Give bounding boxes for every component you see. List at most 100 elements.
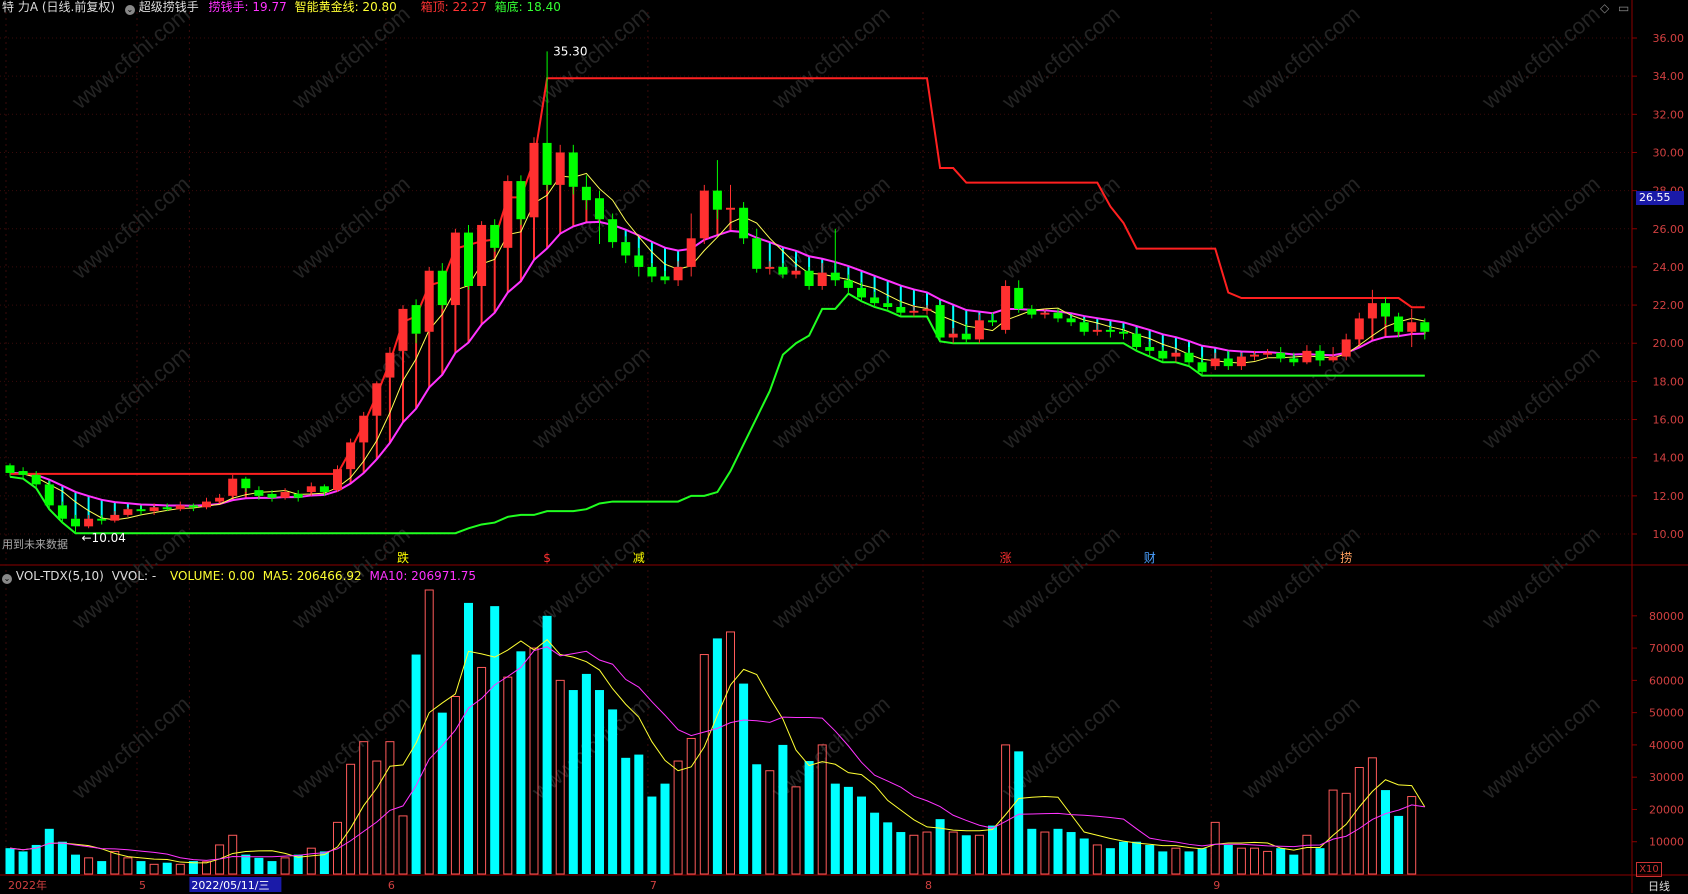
candle-body — [1119, 331, 1128, 334]
candle-body — [791, 270, 801, 275]
candle-body — [1341, 339, 1351, 357]
candle-body — [739, 207, 749, 239]
candle-body — [254, 490, 264, 496]
candle-body — [503, 181, 513, 248]
candle-body — [581, 186, 591, 201]
candle-body — [1171, 352, 1181, 357]
price-tick-label: 20.00 — [1653, 337, 1685, 350]
candle-body — [529, 142, 539, 218]
indicator-name[interactable]: 超级捞钱手 — [139, 0, 199, 14]
volume-settings-icon[interactable]: ⌄ — [2, 574, 12, 584]
candle-body — [726, 207, 735, 210]
volume-bar — [896, 832, 906, 874]
volume-bar — [1276, 848, 1286, 874]
candle-body — [1315, 350, 1325, 361]
volume-tick-label: 70000 — [1649, 642, 1684, 655]
volume-bar — [1184, 851, 1194, 874]
candle-body — [896, 306, 906, 313]
chart-grid — [0, 0, 1688, 893]
candle-body — [1184, 352, 1194, 363]
candle-body — [830, 272, 840, 281]
stock-title[interactable]: 特 力A (日线.前复权) — [2, 0, 115, 14]
candle-body — [411, 305, 421, 334]
volume-value: VOLUME: 0.00 — [170, 569, 255, 583]
candle-body — [621, 242, 631, 256]
ma10-value: MA10: 206971.75 — [369, 569, 477, 583]
volume-bar — [857, 796, 866, 874]
candle-body — [699, 190, 709, 239]
stock-chart[interactable]: www.cfchi.com www.cfchi.com www.cfchi.com w… — [0, 0, 1688, 893]
price-tick-label: 16.00 — [1653, 414, 1685, 427]
candle-body — [555, 152, 565, 185]
high-price-label: 35.30 — [553, 44, 587, 58]
volume-bar — [961, 835, 971, 874]
candle-body — [1053, 312, 1063, 319]
diamond-icon[interactable]: ◇ — [1600, 1, 1609, 15]
candle-body — [97, 518, 107, 521]
candle-body — [1223, 358, 1233, 367]
candle-body — [1040, 312, 1050, 315]
event-marker: 跌 — [397, 550, 409, 565]
candle-body — [18, 471, 28, 475]
volume-tick-label: 20000 — [1649, 803, 1684, 816]
volume-bar — [516, 651, 526, 874]
candle-body — [1027, 308, 1037, 315]
volume-bar — [162, 862, 172, 874]
volume-bar — [57, 841, 67, 874]
candle-body — [647, 266, 657, 277]
candle-body — [477, 224, 487, 286]
volume-bar — [1289, 854, 1299, 874]
candle-body — [1420, 322, 1430, 332]
candle-body — [1394, 316, 1404, 332]
volume-bar — [31, 844, 41, 874]
price-tick-label: 10.00 — [1653, 528, 1685, 541]
candle-body — [71, 518, 80, 527]
volume-bar — [595, 690, 604, 874]
volume-bar — [581, 673, 591, 874]
volume-bar — [752, 764, 762, 874]
volume-bar — [634, 754, 644, 874]
candle-body — [136, 509, 146, 512]
candle-body — [228, 478, 238, 496]
candle-body — [385, 352, 395, 378]
candle-body — [1407, 322, 1417, 332]
volume-bar — [1119, 841, 1128, 874]
candle-body — [1263, 352, 1273, 355]
volume-bar — [870, 812, 880, 874]
expand-icon[interactable]: ▭ — [1618, 1, 1629, 15]
price-tick-label: 34.00 — [1653, 70, 1685, 83]
candle-body — [84, 518, 94, 527]
money-catcher-value: 捞钱手: 19.77 — [208, 0, 287, 14]
candle-body — [909, 310, 919, 313]
event-marker: 捞 — [1340, 551, 1352, 565]
volume-tick-label: 30000 — [1649, 771, 1684, 784]
volume-tick-label: 50000 — [1649, 707, 1684, 720]
vvol-value: VVOL: - — [111, 569, 157, 583]
volume-bar — [1223, 844, 1233, 874]
candle-body — [843, 280, 853, 288]
candle-body — [1328, 356, 1338, 361]
volume-bar — [778, 744, 788, 874]
candle-body — [1014, 287, 1024, 309]
volume-indicator-title[interactable]: VOL-TDX(5,10) — [16, 569, 104, 583]
settings-icon[interactable]: ⌄ — [124, 5, 135, 15]
period-label[interactable]: 日线 — [1648, 878, 1670, 894]
volume-bar — [568, 690, 578, 874]
volume-bar — [490, 606, 500, 874]
candle-body — [202, 501, 211, 508]
candle-body — [149, 507, 159, 512]
candle-body — [922, 308, 932, 311]
main-header: 特 力A (日线.前复权) ⌄ 超级捞钱手 捞钱手: 19.77 智能黄金线: … — [2, 0, 561, 15]
volume-bar — [18, 851, 28, 874]
chart-background — [0, 0, 1688, 893]
date-tick-label: 8 — [925, 879, 932, 892]
candle-body — [123, 509, 133, 515]
candle-body — [686, 238, 696, 267]
event-marker: 涨 — [1000, 550, 1012, 565]
candle-body — [1158, 350, 1168, 359]
volume-bar — [136, 861, 146, 874]
volume-bar — [1158, 851, 1168, 874]
price-tick-label: 22.00 — [1653, 299, 1685, 312]
candle-body — [765, 266, 775, 269]
volume-bar — [437, 712, 447, 874]
